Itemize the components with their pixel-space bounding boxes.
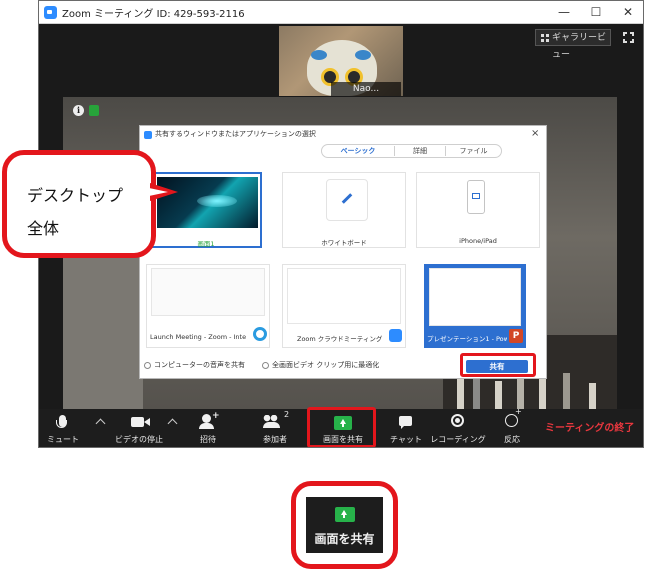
share-tile-iphone-ipad[interactable]: iPhone/iPad	[416, 172, 540, 248]
tile-label: Launch Meeting - Zoom - Intern...	[150, 333, 246, 341]
tab-advanced[interactable]: 詳細	[395, 145, 445, 157]
encryption-shield-icon[interactable]	[89, 105, 99, 116]
tab-basic[interactable]: ベーシック	[322, 145, 394, 157]
share-tile-whiteboard[interactable]: ホワイトボード	[282, 172, 406, 248]
close-button[interactable]: ✕	[613, 2, 643, 22]
share-screen-dialog: 共有するウィンドウまたはアプリケーションの選択 × ベーシック 詳細 ファイル …	[139, 125, 547, 379]
zoom-app-icon	[389, 329, 402, 342]
title-bar: Zoom ミーティング ID: 429-593-2116 — ☐ ✕	[39, 1, 643, 24]
share-audio-label: コンピューターの音声を共有	[154, 361, 245, 369]
plus-icon: +	[212, 411, 220, 421]
share-button-highlight	[460, 353, 536, 377]
recording-button[interactable]: レコーディング	[428, 409, 488, 447]
smiley-icon	[505, 407, 522, 427]
book	[539, 379, 546, 409]
audio-options-chevron-icon[interactable]	[95, 418, 106, 429]
chat-button[interactable]: チャット	[385, 409, 427, 447]
internet-explorer-icon	[253, 327, 267, 341]
powerpoint-icon: P	[509, 329, 523, 343]
stop-video-button[interactable]: ビデオの停止	[109, 409, 169, 447]
end-meeting-button[interactable]: ミーティングの終了	[545, 419, 634, 434]
optimize-video-label: 全画面ビデオ クリップ用に最適化	[272, 361, 380, 369]
desktop-callout-bubble: デスクトップ 全体	[2, 150, 156, 258]
grid-icon	[541, 34, 549, 42]
pencil-icon	[341, 193, 353, 204]
meeting-info-icon[interactable]: i	[73, 105, 84, 116]
window-title: Zoom ミーティング ID: 429-593-2116	[62, 9, 245, 20]
share-tile-powerpoint[interactable]: プレゼンテーション1 - Pow... P	[424, 264, 526, 348]
chat-label: チャット	[390, 435, 422, 444]
magnified-share-screen-button: 画面を共有	[306, 497, 383, 553]
participants-icon	[263, 415, 280, 428]
mute-label: ミュート	[47, 435, 79, 444]
stop-video-label: ビデオの停止	[115, 435, 163, 444]
tile-label: iPhone/iPad	[459, 237, 497, 245]
share-tabs: ベーシック 詳細 ファイル	[321, 144, 502, 158]
window-preview	[287, 268, 401, 324]
slide-preview	[429, 268, 521, 326]
tile-label: プレゼンテーション1 - Pow...	[427, 335, 507, 343]
maximize-button[interactable]: ☐	[581, 2, 611, 22]
minimize-button[interactable]: —	[549, 2, 579, 22]
dialog-title: 共有するウィンドウまたはアプリケーションの選択	[155, 130, 316, 138]
callout-pointer-inner	[149, 188, 168, 196]
magnified-share-screen-label: 画面を共有	[314, 532, 375, 546]
window-preview	[151, 268, 265, 316]
whiteboard-icon-box	[326, 179, 368, 221]
participants-button[interactable]: 2 参加者	[253, 409, 297, 447]
callout-line1: デスクトップ	[27, 186, 124, 205]
share-screen-highlight	[307, 407, 376, 447]
callout-line2: 全体	[27, 219, 60, 238]
participant-count: 2	[284, 410, 290, 419]
participants-label: 参加者	[263, 435, 287, 444]
recording-label: レコーディング	[430, 435, 486, 444]
book	[563, 373, 570, 409]
record-icon	[451, 414, 464, 427]
tile-label: Zoom クラウドミーティング	[297, 335, 383, 343]
fullscreen-icon[interactable]	[622, 31, 635, 44]
invite-person-icon	[199, 414, 214, 429]
book	[495, 381, 502, 409]
magnified-share-screen-callout: 画面を共有	[291, 481, 398, 569]
microphone-icon	[56, 415, 67, 428]
share-tile-browser-window[interactable]: Launch Meeting - Zoom - Intern...	[146, 264, 270, 348]
gallery-view-button[interactable]: ギャラリービュー	[535, 29, 611, 60]
optimize-video-checkbox[interactable]	[262, 362, 269, 369]
tile-label: 画面1	[197, 240, 215, 248]
mute-button[interactable]: ミュート	[47, 409, 79, 447]
invite-label: 招待	[200, 435, 216, 444]
book	[457, 377, 464, 409]
reactions-label: 反応	[504, 435, 520, 444]
phone-icon	[467, 180, 485, 214]
gallery-view-label: ギャラリービュー	[552, 33, 607, 60]
mascot-cheek	[311, 50, 327, 60]
video-options-chevron-icon[interactable]	[167, 418, 178, 429]
book	[589, 383, 596, 409]
share-audio-checkbox[interactable]	[144, 362, 151, 369]
participant-name: Nao...	[331, 82, 401, 96]
share-tile-zoom-window[interactable]: Zoom クラウドミーティング	[282, 264, 406, 348]
invite-button[interactable]: + 招待	[189, 409, 227, 447]
zoom-logo-icon	[144, 131, 152, 139]
participant-video-thumbnail[interactable]: Nao...	[279, 26, 403, 96]
dialog-close-button[interactable]: ×	[531, 128, 539, 139]
mascot-cheek	[355, 50, 371, 60]
share-screen-icon	[335, 507, 355, 522]
tile-label: ホワイトボード	[321, 239, 367, 247]
video-camera-icon	[131, 417, 144, 427]
chat-bubble-icon	[399, 416, 412, 429]
zoom-logo-icon	[44, 6, 57, 19]
reactions-button[interactable]: 反応	[497, 407, 527, 447]
tab-files[interactable]: ファイル	[446, 145, 501, 157]
